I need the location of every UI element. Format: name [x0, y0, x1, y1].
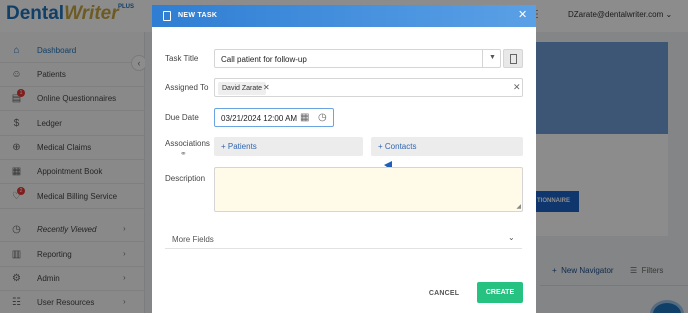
description-label: Description — [165, 174, 206, 183]
more-fields-toggle[interactable]: More Fields ⌄ — [165, 229, 522, 249]
due-date-input[interactable]: 03/21/2024 12:00 AM ▦ ◷ — [214, 108, 334, 127]
calendar-icon[interactable]: ▦ — [300, 112, 309, 123]
add-patients-button[interactable]: + Patients — [214, 137, 363, 156]
document-icon — [163, 11, 171, 21]
task-template-button[interactable] — [503, 49, 523, 68]
new-task-modal: NEW TASK ✕ Task Title Call patient for f… — [152, 5, 536, 313]
close-icon[interactable]: ✕ — [518, 9, 527, 21]
clock-icon[interactable]: ◷ — [318, 112, 327, 123]
chevron-down-icon: ⌄ — [508, 233, 515, 242]
divider — [482, 50, 483, 67]
create-button[interactable]: CREATE — [477, 282, 523, 303]
cancel-button[interactable]: CANCEL — [423, 284, 465, 304]
due-date-label: Due Date — [165, 113, 199, 122]
task-title-label: Task Title — [165, 54, 199, 63]
description-textarea[interactable]: ◢ — [214, 167, 523, 212]
modal-title: NEW TASK — [178, 12, 218, 19]
assignee-chip: David Zarate — [218, 82, 267, 95]
assigned-to-label: Assigned To — [165, 83, 209, 92]
clear-icon[interactable]: ✕ — [513, 82, 521, 93]
file-icon — [510, 54, 517, 64]
modal-header: NEW TASK ✕ — [152, 5, 536, 27]
link-icon: ⚭ — [180, 149, 187, 158]
task-title-input[interactable]: Call patient for follow-up ▼ — [214, 49, 501, 68]
assigned-to-field[interactable]: David Zarate ✕ ✕ — [214, 78, 523, 97]
resize-handle-icon[interactable]: ◢ — [516, 203, 521, 210]
remove-assignee-icon[interactable]: ✕ — [263, 83, 270, 92]
caret-down-icon[interactable]: ▼ — [489, 54, 496, 61]
associations-label: Associations — [165, 139, 210, 148]
add-contacts-button[interactable]: + Contacts — [371, 137, 523, 156]
